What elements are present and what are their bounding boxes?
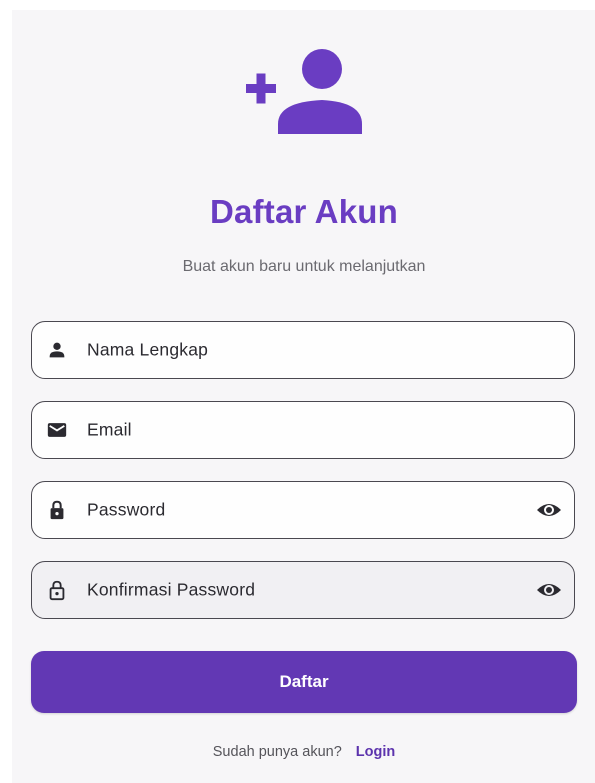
email-placeholder: Email: [87, 419, 132, 440]
password-field[interactable]: Password: [31, 481, 575, 539]
password-placeholder: Password: [87, 499, 166, 520]
person-icon: [49, 342, 65, 358]
login-link[interactable]: Login: [356, 744, 395, 760]
full-name-field[interactable]: Nama Lengkap: [31, 321, 575, 379]
eye-icon[interactable]: [536, 579, 562, 601]
eye-icon[interactable]: [536, 499, 562, 521]
lock-outline-icon: [49, 580, 65, 601]
confirm-password-field[interactable]: Konfirmasi Password: [31, 561, 575, 619]
email-field[interactable]: Email: [31, 401, 575, 459]
mail-icon: [47, 423, 67, 437]
register-button[interactable]: Daftar: [31, 651, 577, 713]
page-subtitle: Buat akun baru untuk melanjutkan: [182, 258, 426, 275]
lock-icon: [50, 500, 64, 520]
person-add-icon: [246, 49, 362, 134]
full-name-placeholder: Nama Lengkap: [87, 339, 209, 360]
login-prompt: Sudah punya akun? Login: [0, 744, 595, 760]
confirm-password-placeholder: Konfirmasi Password: [87, 579, 256, 600]
login-prompt-text: Sudah punya akun?: [212, 744, 342, 760]
page-title: Daftar Akun: [209, 193, 398, 230]
